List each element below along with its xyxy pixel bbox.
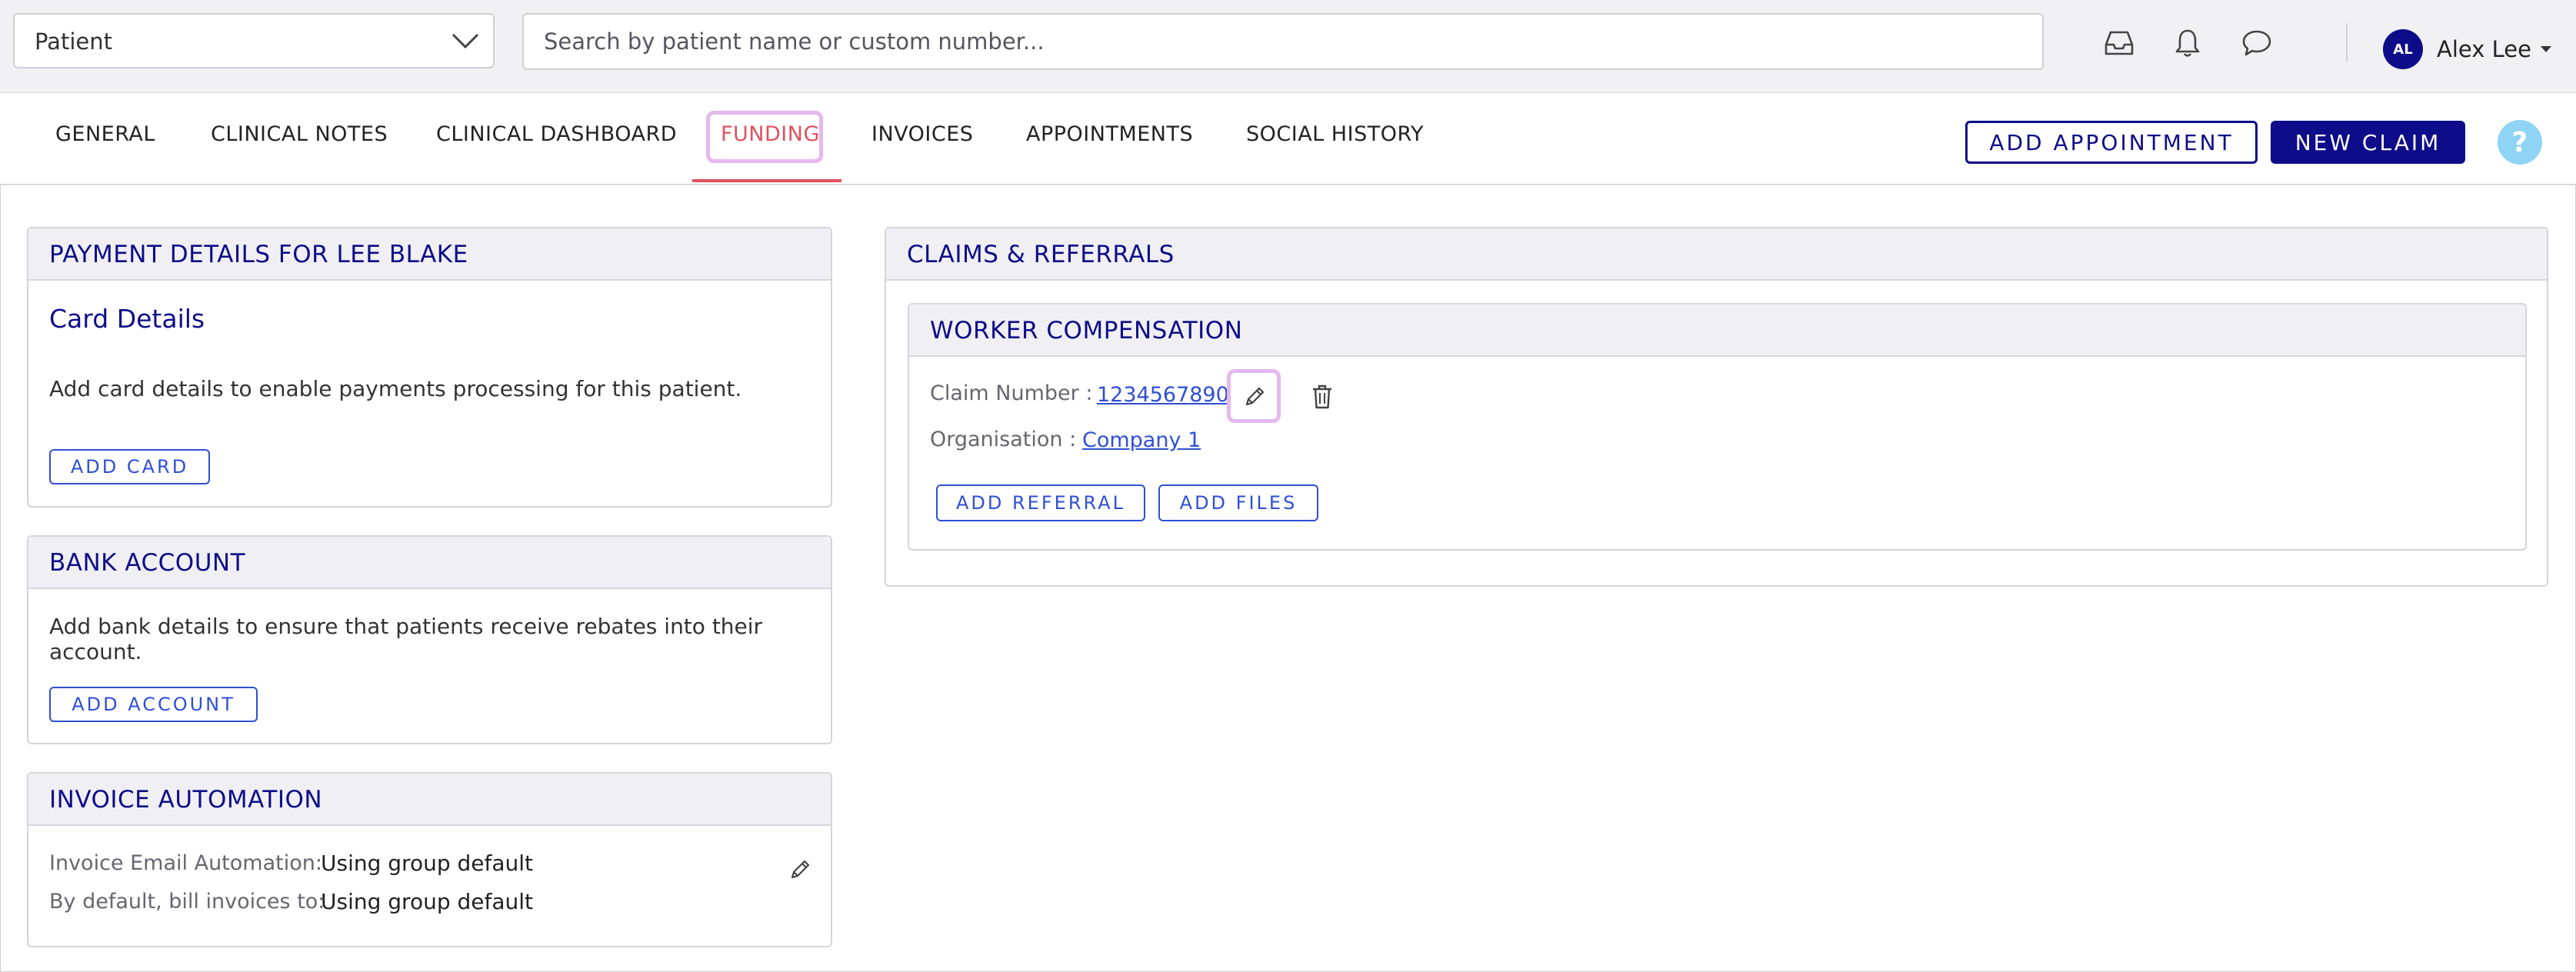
claim-type: WORKER COMPENSATION <box>930 317 1243 345</box>
add-appointment-button[interactable]: ADD APPOINTMENT <box>1965 121 2258 164</box>
tab-funding[interactable]: FUNDING <box>721 122 820 146</box>
panel-header: CLAIMS & REFERRALS <box>886 228 2547 281</box>
tab-clinical-notes[interactable]: CLINICAL NOTES <box>211 122 388 146</box>
trash-icon[interactable] <box>1308 383 1336 411</box>
add-account-button[interactable]: ADD ACCOUNT <box>49 687 258 722</box>
panel-title: PAYMENT DETAILS FOR LEE BLAKE <box>49 241 468 268</box>
claims-referrals-panel: CLAIMS & REFERRALS WORKER COMPENSATION C… <box>885 227 2548 587</box>
patient-type-select[interactable]: Patient <box>13 13 495 68</box>
active-tab-indicator <box>692 179 841 182</box>
card-details-text: Add card details to enable payments proc… <box>49 376 742 401</box>
tab-general[interactable]: GENERAL <box>55 122 155 146</box>
panel-header: BANK ACCOUNT <box>28 537 831 589</box>
user-menu[interactable]: AL Alex Lee <box>2383 29 2551 69</box>
edit-pencil-icon[interactable] <box>1241 383 1268 411</box>
new-claim-button[interactable]: NEW CLAIM <box>2271 121 2465 164</box>
chevron-down-icon <box>452 33 479 49</box>
bill-invoices-value: Using group default <box>321 889 534 914</box>
user-name: Alex Lee <box>2437 36 2531 62</box>
caret-down-icon <box>2540 46 2551 52</box>
claim-number-label: Claim Number : <box>930 381 1093 405</box>
panel-header: INVOICE AUTOMATION <box>28 774 831 826</box>
add-card-button[interactable]: ADD CARD <box>49 449 210 484</box>
add-referral-button[interactable]: ADD REFERRAL <box>936 484 1145 521</box>
topbar-divider <box>2346 23 2348 62</box>
bank-account-panel: BANK ACCOUNT Add bank details to ensure … <box>27 535 832 744</box>
tab-clinical-dashboard[interactable]: CLINICAL DASHBOARD <box>436 122 677 146</box>
panel-title: CLAIMS & REFERRALS <box>907 241 1175 268</box>
invoice-email-label: Invoice Email Automation: <box>49 851 322 875</box>
top-bar: Patient AL Alex Lee <box>0 0 2576 94</box>
panel-title: BANK ACCOUNT <box>49 549 246 577</box>
bill-invoices-label: By default, bill invoices to: <box>49 890 325 914</box>
panel-title: INVOICE AUTOMATION <box>49 786 323 814</box>
patient-search-input[interactable] <box>522 13 2044 70</box>
invoice-automation-panel: INVOICE AUTOMATION Invoice Email Automat… <box>27 772 832 947</box>
patient-type-value: Patient <box>35 28 112 55</box>
claim-header: WORKER COMPENSATION <box>909 305 2525 357</box>
tab-bar: GENERAL CLINICAL NOTES CLINICAL DASHBOAR… <box>0 93 2576 185</box>
payment-details-panel: PAYMENT DETAILS FOR LEE BLAKE Card Detai… <box>27 227 832 508</box>
organisation-label: Organisation : <box>930 428 1077 451</box>
chat-icon[interactable] <box>2240 26 2274 60</box>
edit-pencil-icon[interactable] <box>786 856 814 884</box>
avatar: AL <box>2383 29 2423 69</box>
bell-icon[interactable] <box>2171 26 2204 60</box>
tab-social-history[interactable]: SOCIAL HISTORY <box>1246 122 1424 146</box>
inbox-icon[interactable] <box>2102 26 2136 60</box>
claim-number-link[interactable]: 1234567890 <box>1097 383 1229 407</box>
organisation-link[interactable]: Company 1 <box>1082 428 1201 452</box>
invoice-email-value: Using group default <box>321 850 534 876</box>
tab-appointments[interactable]: APPOINTMENTS <box>1026 122 1193 146</box>
panel-header: PAYMENT DETAILS FOR LEE BLAKE <box>28 228 831 281</box>
help-button[interactable]: ? <box>2498 120 2542 165</box>
tab-invoices[interactable]: INVOICES <box>871 122 973 146</box>
claim-card: WORKER COMPENSATION Claim Number : 12345… <box>908 303 2527 551</box>
card-details-heading: Card Details <box>49 304 205 334</box>
add-files-button[interactable]: ADD FILES <box>1158 484 1318 521</box>
bank-account-text: Add bank details to ensure that patients… <box>49 614 763 664</box>
